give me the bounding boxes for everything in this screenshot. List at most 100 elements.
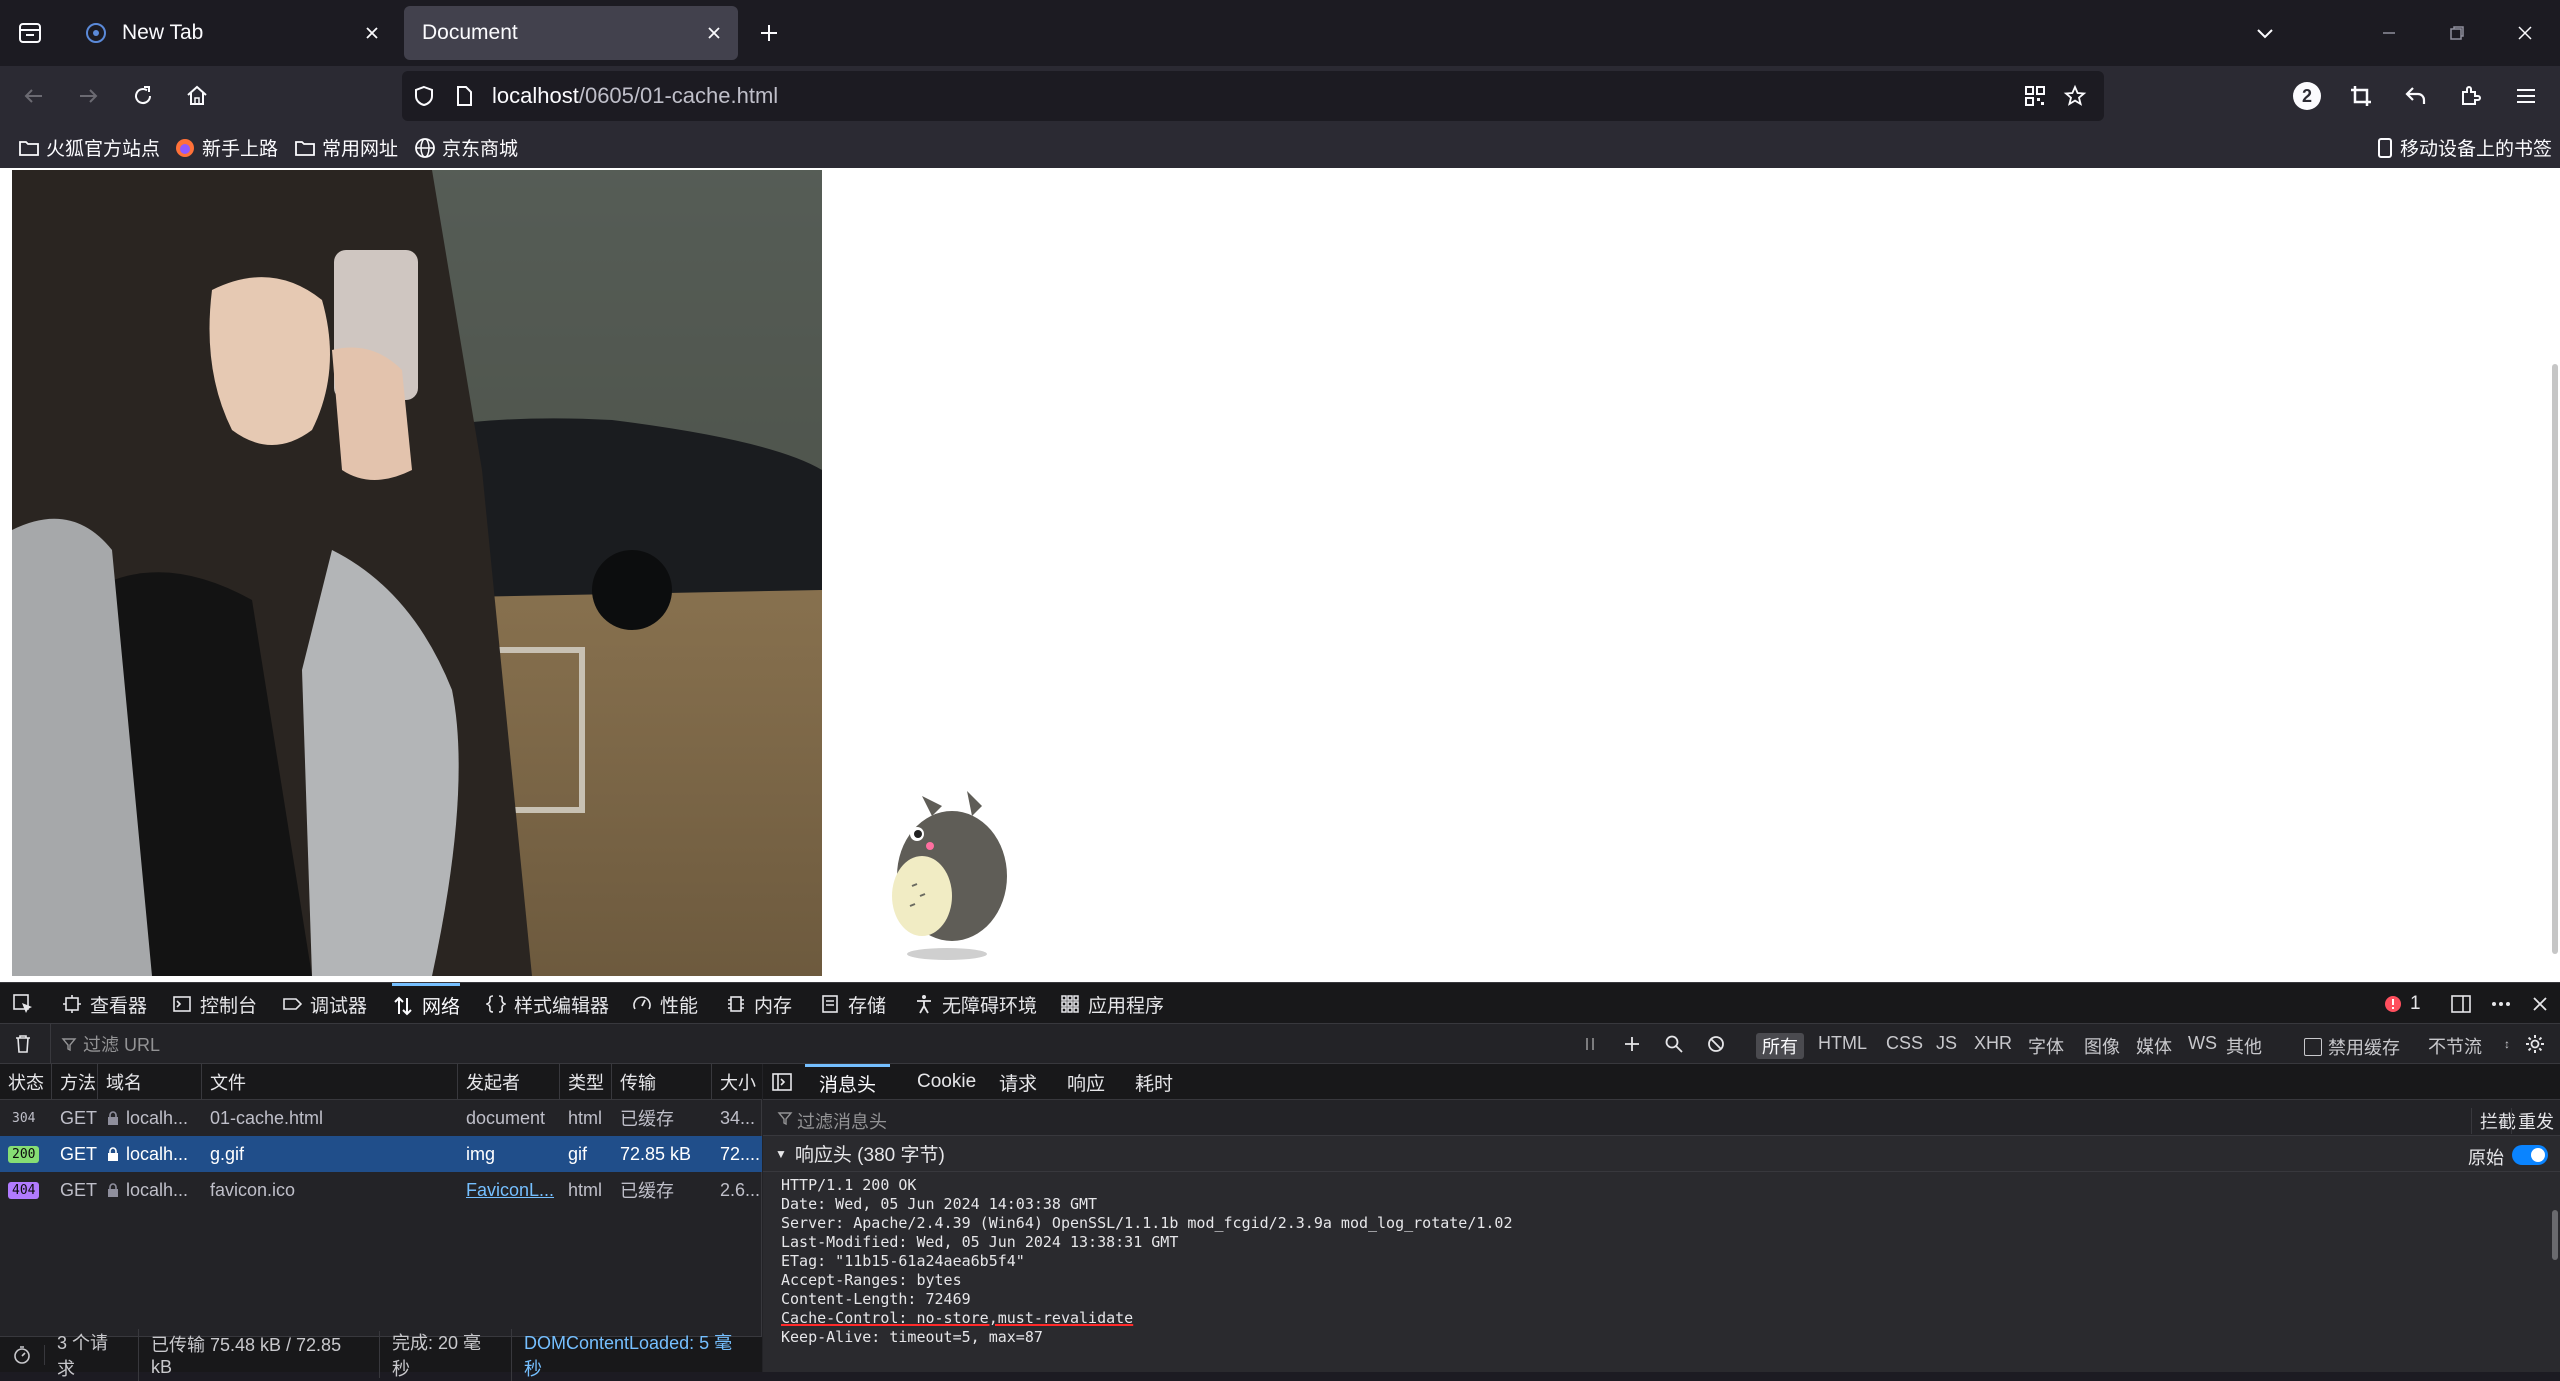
home-icon[interactable] bbox=[181, 80, 213, 112]
close-devtools-icon[interactable] bbox=[2530, 983, 2558, 1025]
tab-request[interactable]: 请求 bbox=[989, 1064, 1047, 1100]
close-icon[interactable] bbox=[362, 23, 382, 43]
filter-images[interactable]: 图像 bbox=[2084, 1033, 2120, 1059]
tab-response[interactable]: 响应 bbox=[1057, 1064, 1115, 1100]
tab-style-editor[interactable]: 样式编辑器 bbox=[486, 983, 609, 1025]
throttle-select[interactable]: 不节流 bbox=[2428, 1033, 2482, 1059]
close-window-icon[interactable] bbox=[2510, 18, 2540, 48]
details-scrollbar[interactable] bbox=[2552, 1210, 2558, 1260]
filter-media[interactable]: 媒体 bbox=[2136, 1033, 2172, 1059]
column-size[interactable]: 大小 bbox=[712, 1064, 762, 1100]
gear-icon[interactable] bbox=[2524, 1033, 2546, 1055]
tab-memory[interactable]: 内存 bbox=[726, 983, 792, 1025]
column-status[interactable]: 状态 bbox=[0, 1064, 52, 1100]
filter-css[interactable]: CSS bbox=[1886, 1033, 1923, 1054]
dock-icon[interactable] bbox=[2450, 983, 2480, 1025]
initiator-cell[interactable]: FaviconL... bbox=[458, 1172, 560, 1208]
tab-storage[interactable]: 存储 bbox=[820, 983, 886, 1025]
filter-icon bbox=[777, 1110, 793, 1126]
filter-fonts[interactable]: 字体 bbox=[2028, 1033, 2064, 1059]
table-row[interactable]: 404 GET localh... favicon.ico FaviconL..… bbox=[0, 1172, 762, 1208]
tab-headers[interactable]: 消息头 bbox=[805, 1064, 891, 1100]
crop-icon[interactable] bbox=[2345, 80, 2377, 112]
column-type[interactable]: 类型 bbox=[560, 1064, 612, 1100]
mobile-bookmarks[interactable]: 移动设备上的书签 bbox=[2376, 134, 2552, 161]
tab-cookies[interactable]: Cookie bbox=[907, 1064, 986, 1100]
resend-button[interactable]: 重发 bbox=[2511, 1108, 2554, 1134]
file-cell: 01-cache.html bbox=[210, 1107, 324, 1128]
menu-icon[interactable] bbox=[2510, 80, 2542, 112]
tab-new-tab[interactable]: New Tab bbox=[66, 6, 396, 60]
tab-accessibility[interactable]: 无障碍环境 bbox=[914, 983, 1037, 1025]
disable-cache-checkbox[interactable]: 禁用缓存 bbox=[2304, 1034, 2400, 1060]
filter-other[interactable]: 其他 bbox=[2226, 1033, 2262, 1059]
block-button[interactable]: 拦截 bbox=[2471, 1108, 2516, 1134]
filter-ws[interactable]: WS bbox=[2188, 1033, 2217, 1054]
restore-icon[interactable] bbox=[2442, 18, 2472, 48]
minimize-icon[interactable] bbox=[2374, 18, 2404, 48]
tab-list-icon[interactable] bbox=[10, 13, 50, 53]
pause-icon[interactable] bbox=[1580, 1034, 1600, 1054]
bookmark-item[interactable]: 新手上路 bbox=[174, 134, 278, 161]
tab-network[interactable]: 网络 bbox=[392, 983, 461, 1025]
column-initiator[interactable]: 发起者 bbox=[458, 1064, 560, 1100]
timer-icon[interactable] bbox=[0, 1344, 45, 1365]
accessibility-icon bbox=[917, 995, 931, 1014]
transferred-total: 已传输 75.48 kB / 72.85 kB bbox=[139, 1331, 380, 1378]
element-picker-icon[interactable] bbox=[12, 983, 42, 1025]
tab-performance[interactable]: 性能 bbox=[632, 983, 698, 1025]
raw-toggle[interactable] bbox=[2512, 1145, 2548, 1165]
summary-bar: 3 个请求 已传输 75.48 kB / 72.85 kB 完成: 20 毫秒 … bbox=[0, 1328, 762, 1381]
plus-icon[interactable] bbox=[1622, 1034, 1642, 1054]
column-domain[interactable]: 域名 bbox=[98, 1064, 202, 1100]
shield-icon[interactable] bbox=[412, 84, 436, 108]
block-icon[interactable] bbox=[1706, 1034, 1726, 1054]
qr-code-icon[interactable] bbox=[2022, 83, 2048, 109]
table-row[interactable]: 304 GET localh... 01-cache.html document… bbox=[0, 1100, 762, 1136]
reload-icon[interactable] bbox=[127, 80, 159, 112]
filter-url-input[interactable]: 过滤 URL bbox=[50, 1024, 1550, 1064]
toggle-sidebar-icon[interactable] bbox=[771, 1064, 793, 1100]
checkbox[interactable] bbox=[2304, 1038, 2322, 1056]
address-bar[interactable]: localhost/0605/01-cache.html bbox=[402, 71, 2104, 121]
tab-debugger[interactable]: 调试器 bbox=[282, 983, 367, 1025]
tab-inspector[interactable]: 查看器 bbox=[62, 983, 147, 1025]
tab-timings[interactable]: 耗时 bbox=[1125, 1064, 1183, 1100]
filter-js[interactable]: JS bbox=[1936, 1033, 1957, 1054]
trash-icon[interactable] bbox=[12, 1033, 34, 1055]
column-file[interactable]: 文件 bbox=[202, 1064, 458, 1100]
chevron-down-icon[interactable] bbox=[2250, 18, 2280, 48]
filter-html[interactable]: HTML bbox=[1818, 1033, 1867, 1054]
filter-xhr[interactable]: XHR bbox=[1974, 1033, 2012, 1054]
bookmark-item[interactable]: 常用网址 bbox=[294, 134, 398, 161]
bookmark-item[interactable]: 火狐官方站点 bbox=[18, 134, 160, 161]
page-scrollbar[interactable] bbox=[2552, 364, 2558, 954]
error-count[interactable]: 1 bbox=[2384, 983, 2421, 1025]
style-editor-icon bbox=[486, 995, 506, 1013]
header-filter-input[interactable]: 过滤消息头 拦截 重发 bbox=[763, 1100, 2560, 1136]
search-icon[interactable] bbox=[1664, 1034, 1684, 1054]
tab-document[interactable]: Document bbox=[404, 6, 738, 60]
table-row[interactable]: 200 GET localh... g.gif img gif 72.85 kB… bbox=[0, 1136, 762, 1172]
close-icon[interactable] bbox=[704, 23, 724, 43]
type-cell: html bbox=[568, 1179, 603, 1200]
tab-console[interactable]: 控制台 bbox=[172, 983, 257, 1025]
column-transferred[interactable]: 传输 bbox=[612, 1064, 712, 1100]
expand-triangle-icon[interactable]: ▼ bbox=[775, 1147, 787, 1161]
back-icon[interactable] bbox=[18, 80, 50, 112]
response-headers-section[interactable]: ▼ 响应头 (380 字节) 原始 bbox=[763, 1136, 2560, 1172]
forward-icon[interactable] bbox=[72, 80, 104, 112]
page-icon[interactable] bbox=[452, 84, 476, 108]
column-method[interactable]: 方法 bbox=[52, 1064, 98, 1100]
star-icon[interactable] bbox=[2062, 83, 2088, 109]
extension-badge[interactable]: 2 bbox=[2293, 82, 2321, 110]
filter-all[interactable]: 所有 bbox=[1756, 1033, 1804, 1059]
bookmark-item[interactable]: 京东商城 bbox=[414, 134, 518, 161]
more-options-icon[interactable] bbox=[2490, 983, 2520, 1025]
tab-application[interactable]: 应用程序 bbox=[1060, 983, 1164, 1025]
extensions-icon[interactable] bbox=[2455, 80, 2487, 112]
undo-icon[interactable] bbox=[2400, 80, 2432, 112]
plus-icon[interactable] bbox=[754, 18, 784, 48]
status-cell: 404 bbox=[0, 1172, 52, 1208]
dom-content-loaded: DOMContentLoaded: 5 毫秒 bbox=[523, 1332, 733, 1379]
